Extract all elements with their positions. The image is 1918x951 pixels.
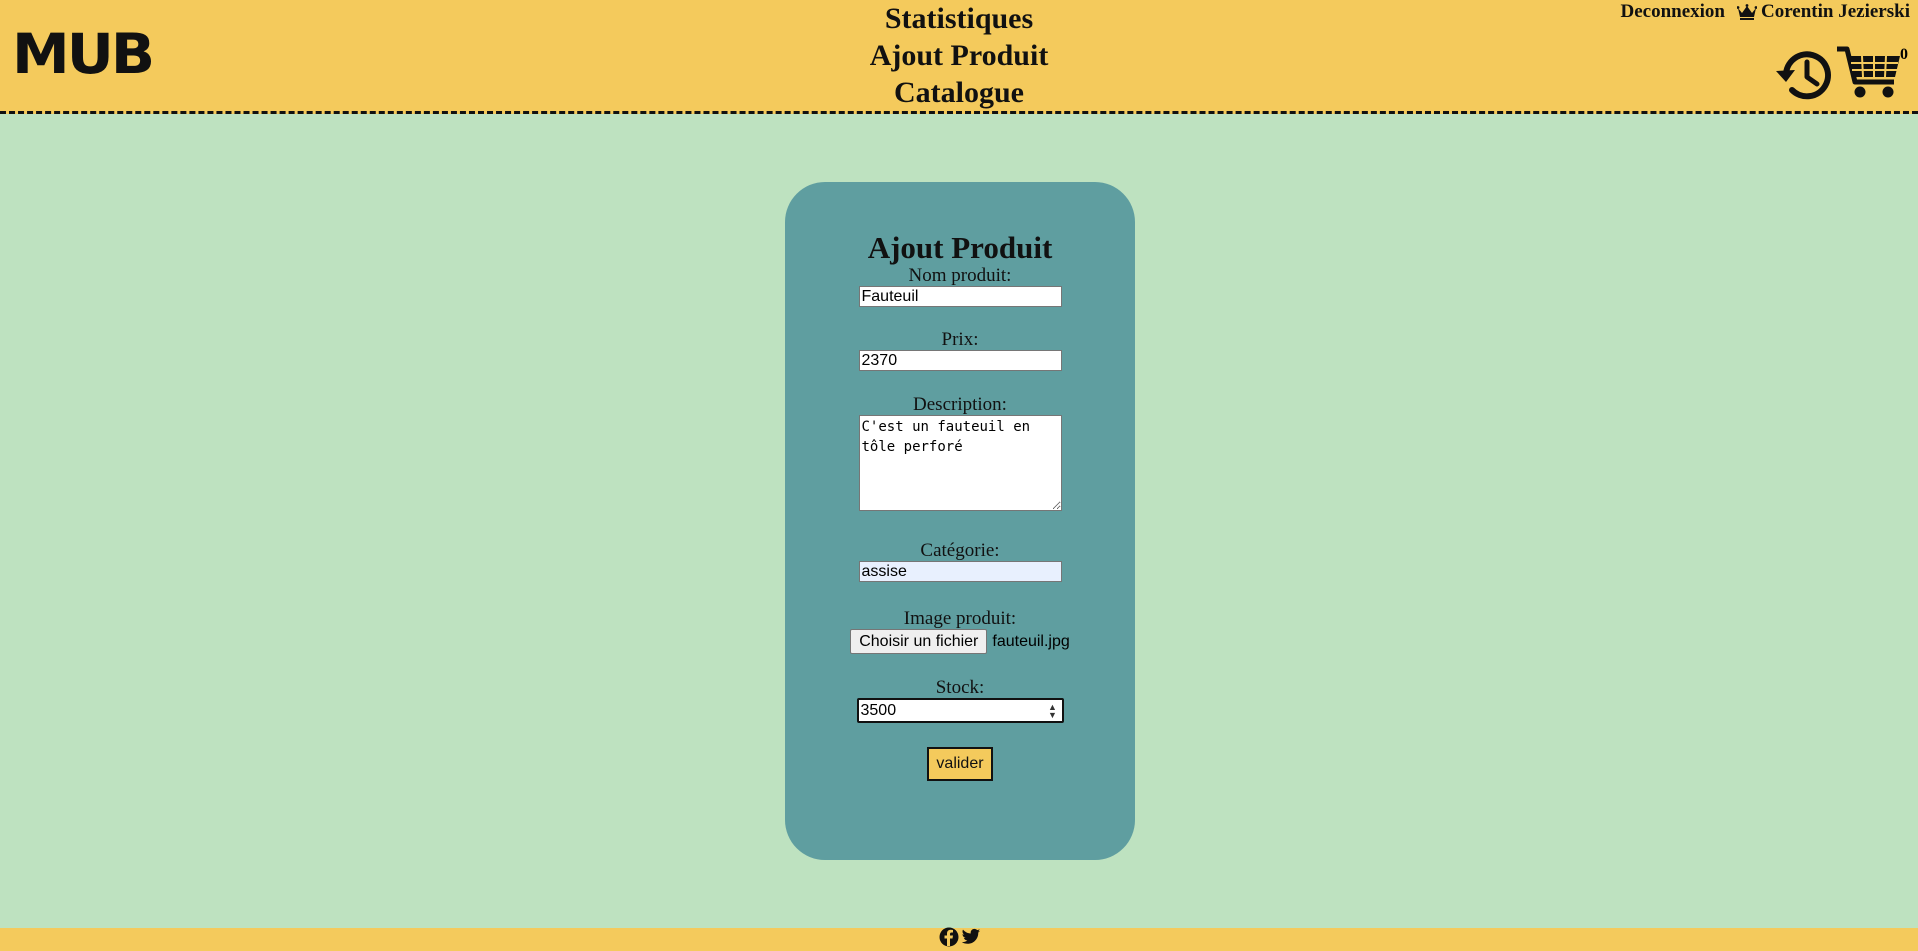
stock-label: Stock: xyxy=(935,677,985,698)
facebook-icon[interactable] xyxy=(939,927,959,947)
social-links xyxy=(939,927,981,947)
stock-stepper: ▲▼ xyxy=(856,698,1064,723)
crown-icon xyxy=(1737,4,1757,20)
cart-icon[interactable] xyxy=(1836,44,1902,102)
nav-catalogue[interactable]: Catalogue xyxy=(0,74,1918,111)
name-input[interactable] xyxy=(858,286,1062,307)
price-label: Prix: xyxy=(941,329,979,350)
add-product-form: Ajout Produit Nom produit: Prix: Descrip… xyxy=(785,182,1135,860)
cart-count-badge: 0 xyxy=(1900,46,1908,63)
stepper-arrows-icon[interactable]: ▲ ▼ xyxy=(1048,703,1058,720)
history-icon[interactable] xyxy=(1774,44,1836,106)
choose-file-button[interactable]: Choisir un fichier xyxy=(850,629,988,654)
logout-link[interactable]: Deconnexion xyxy=(1621,0,1726,24)
nav-ajout-produit[interactable]: Ajout Produit xyxy=(0,37,1918,74)
submit-button[interactable]: valider xyxy=(927,747,993,781)
image-file-picker: Choisir un fichier fauteuil.jpg xyxy=(735,629,1185,654)
twitter-icon[interactable] xyxy=(961,927,981,947)
image-label: Image produit: xyxy=(903,608,1017,629)
site-header: MUB Statistiques Ajout Produit Catalogue… xyxy=(0,0,1918,114)
name-label: Nom produit: xyxy=(908,265,1012,286)
user-account[interactable]: Corentin Jezierski xyxy=(1737,0,1910,24)
image-filename: fauteuil.jpg xyxy=(992,632,1070,650)
category-input[interactable] xyxy=(858,561,1062,582)
form-title: Ajout Produit xyxy=(867,230,1053,265)
user-name: Corentin Jezierski xyxy=(1761,1,1910,22)
header-icons: 0 xyxy=(1774,44,1908,106)
description-textarea[interactable]: C'est un fauteuil en tôle perforé xyxy=(858,415,1062,511)
category-label: Catégorie: xyxy=(920,540,1000,561)
description-label: Description: xyxy=(913,394,1007,415)
price-input[interactable] xyxy=(858,350,1062,371)
stock-input[interactable] xyxy=(856,698,1064,723)
user-bar: Deconnexion Corentin Jezierski xyxy=(1621,0,1911,24)
